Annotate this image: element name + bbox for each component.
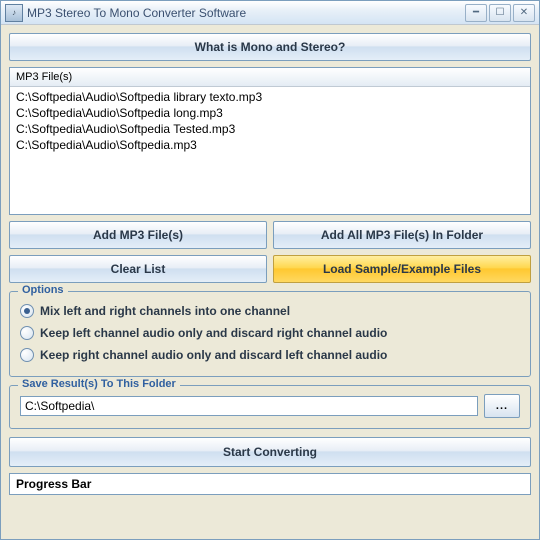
add-files-button[interactable]: Add MP3 File(s) (9, 221, 267, 249)
window-title: MP3 Stereo To Mono Converter Software (27, 6, 465, 20)
option-label: Keep left channel audio only and discard… (40, 326, 387, 340)
radio-icon (20, 304, 34, 318)
save-path-input[interactable] (20, 396, 478, 416)
option-label: Keep right channel audio only and discar… (40, 348, 387, 362)
add-folder-button[interactable]: Add All MP3 File(s) In Folder (273, 221, 531, 249)
what-is-button[interactable]: What is Mono and Stereo? (9, 33, 531, 61)
file-list-item[interactable]: C:\Softpedia\Audio\Softpedia.mp3 (16, 137, 524, 153)
close-button[interactable]: ✕ (513, 4, 535, 22)
progress-bar: Progress Bar (9, 473, 531, 495)
window-body: What is Mono and Stereo? MP3 File(s) C:\… (1, 25, 539, 503)
file-list-item[interactable]: C:\Softpedia\Audio\Softpedia Tested.mp3 (16, 121, 524, 137)
minimize-button[interactable]: ━ (465, 4, 487, 22)
option-keep-right[interactable]: Keep right channel audio only and discar… (20, 344, 520, 366)
start-converting-button[interactable]: Start Converting (9, 437, 531, 467)
file-list[interactable]: MP3 File(s) C:\Softpedia\Audio\Softpedia… (9, 67, 531, 215)
file-list-item[interactable]: C:\Softpedia\Audio\Softpedia library tex… (16, 89, 524, 105)
app-window: ♪ MP3 Stereo To Mono Converter Software … (0, 0, 540, 540)
option-mix[interactable]: Mix left and right channels into one cha… (20, 300, 520, 322)
file-list-header[interactable]: MP3 File(s) (10, 68, 530, 87)
app-icon: ♪ (5, 4, 23, 22)
options-title: Options (18, 284, 68, 296)
option-label: Mix left and right channels into one cha… (40, 304, 290, 318)
save-folder-group: Save Result(s) To This Folder ... (9, 385, 531, 429)
options-group: Options Mix left and right channels into… (9, 291, 531, 377)
titlebar: ♪ MP3 Stereo To Mono Converter Software … (1, 1, 539, 25)
maximize-button[interactable]: ☐ (489, 4, 511, 22)
file-list-body: C:\Softpedia\Audio\Softpedia library tex… (10, 87, 530, 155)
save-folder-title: Save Result(s) To This Folder (18, 378, 180, 390)
load-sample-button[interactable]: Load Sample/Example Files (273, 255, 531, 283)
file-list-item[interactable]: C:\Softpedia\Audio\Softpedia long.mp3 (16, 105, 524, 121)
progress-label: Progress Bar (16, 477, 91, 491)
option-keep-left[interactable]: Keep left channel audio only and discard… (20, 322, 520, 344)
browse-button[interactable]: ... (484, 394, 520, 418)
radio-icon (20, 348, 34, 362)
radio-icon (20, 326, 34, 340)
clear-list-button[interactable]: Clear List (9, 255, 267, 283)
window-controls: ━ ☐ ✕ (465, 4, 535, 22)
